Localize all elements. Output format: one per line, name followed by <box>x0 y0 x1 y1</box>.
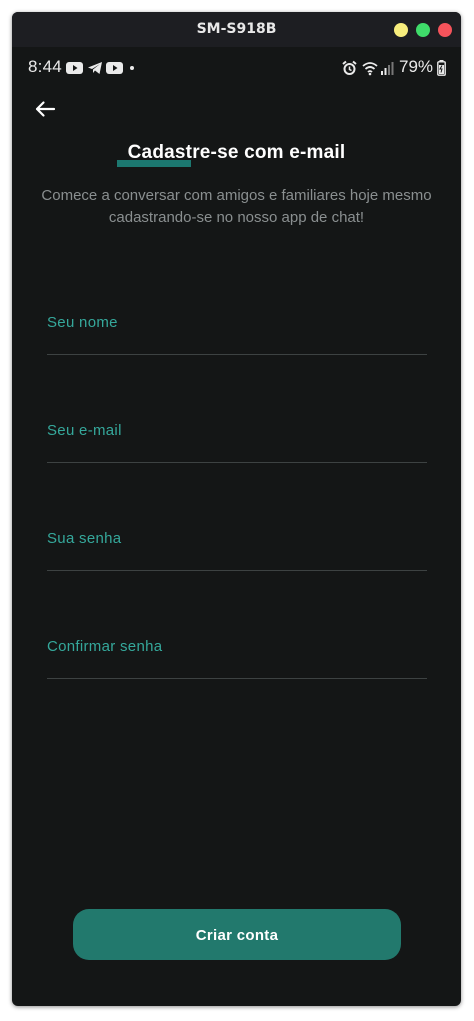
minimize-button[interactable] <box>394 23 408 37</box>
status-time: 8:44 <box>28 57 62 76</box>
page-subtitle: Comece a conversar com amigos e familiar… <box>41 187 432 226</box>
back-arrow-icon[interactable] <box>34 99 56 119</box>
name-field-label: Seu nome <box>47 314 118 331</box>
email-field-label: Seu e-mail <box>47 422 122 439</box>
create-account-button[interactable]: Criar conta <box>73 909 401 960</box>
signal-icon <box>381 62 394 75</box>
youtube-icon <box>66 62 83 74</box>
page-title: Cadastre-se com e-mail <box>127 142 346 163</box>
name-field[interactable]: Seu nome <box>47 314 427 355</box>
password-field[interactable]: Sua senha <box>47 530 427 571</box>
youtube-icon <box>106 62 123 74</box>
dot-icon <box>130 66 134 70</box>
email-field[interactable]: Seu e-mail <box>47 422 427 463</box>
telegram-icon <box>88 62 102 74</box>
alarm-icon <box>342 60 357 75</box>
wifi-icon <box>362 62 378 76</box>
close-button[interactable] <box>438 23 452 37</box>
device-frame: SM-S918B 8:44 79% Cadastre-se com e-mail… <box>12 12 461 1006</box>
password-field-label: Sua senha <box>47 530 122 547</box>
maximize-button[interactable] <box>416 23 430 37</box>
status-bar: 8:44 79% <box>12 47 461 87</box>
confirm-password-field[interactable]: Confirmar senha <box>47 638 427 679</box>
battery-percentage: 79% <box>399 57 434 76</box>
window-title: SM-S918B <box>196 21 277 37</box>
confirm-password-field-label: Confirmar senha <box>47 638 163 655</box>
battery-icon <box>437 60 446 76</box>
window-titlebar: SM-S918B <box>12 12 461 47</box>
